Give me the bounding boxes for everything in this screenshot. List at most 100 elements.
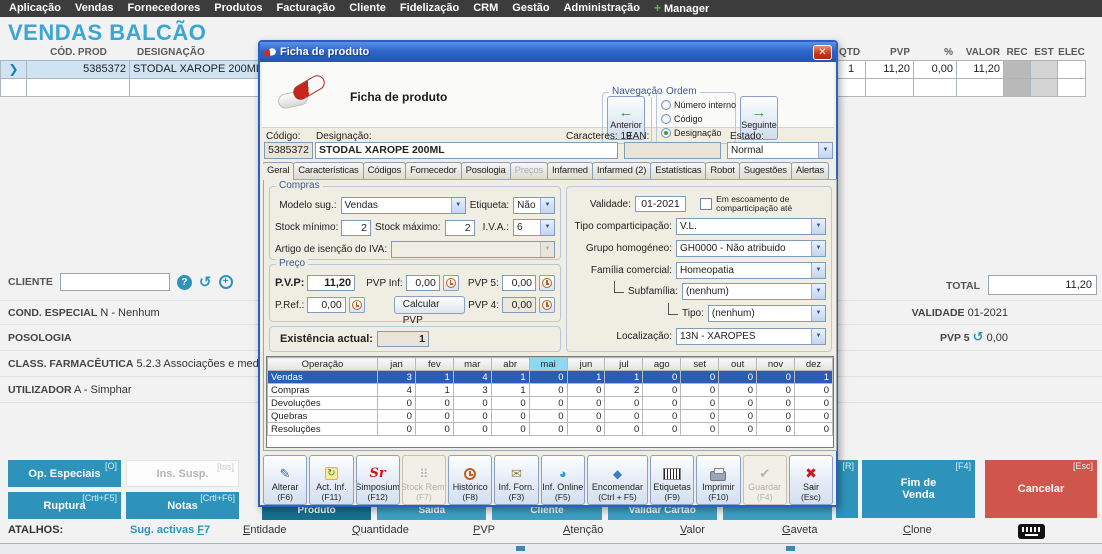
atalho-valor[interactable]: Valor — [680, 524, 705, 536]
ruptura-button[interactable]: [Crtl+F5] Ruptura — [8, 492, 121, 519]
close-icon[interactable]: ✕ — [813, 45, 832, 60]
ins-susp-button[interactable]: [Ins] Ins. Susp. — [126, 460, 239, 487]
pvp-inf-field[interactable]: 0,00 — [406, 275, 440, 291]
localizacao-dropdown[interactable]: 13N - XAROPES▼ — [676, 328, 826, 345]
dialog-titlebar[interactable]: Ficha de produto ✕ — [260, 42, 836, 62]
menu-item-administracao[interactable]: Administração — [557, 0, 647, 17]
familia-comercial-dropdown[interactable]: Homeopatia▼ — [676, 262, 826, 279]
inf-forn-button[interactable]: ✉Inf. Forn.(F3) — [494, 455, 538, 505]
tipo-dropdown[interactable]: (nenhum)▼ — [708, 305, 826, 322]
subfamilia-dropdown[interactable]: (nenhum)▼ — [682, 283, 826, 300]
atalho-gaveta[interactable]: Gaveta — [782, 524, 817, 536]
codigo-field[interactable]: 5385372 — [264, 142, 313, 159]
pref-field[interactable]: 0,00 — [307, 297, 345, 313]
cell-est[interactable] — [1030, 60, 1058, 79]
tab-infarmed[interactable]: Infarmed — [547, 162, 593, 179]
pvp5-clock-icon[interactable] — [539, 275, 555, 291]
empty-row-valor-cell[interactable] — [956, 78, 1004, 97]
menu-item-facturacao[interactable]: Facturação — [270, 0, 343, 17]
atalho-atencao[interactable]: Atenção — [563, 524, 603, 536]
stats-row-vendas[interactable]: Vendas314101100001 — [268, 371, 833, 384]
atalho-pvp[interactable]: PVP — [473, 524, 495, 536]
tab-estatisticas[interactable]: Estatísticas — [650, 162, 706, 179]
tab-robot[interactable]: Robot — [705, 162, 739, 179]
cell-cod-prod[interactable]: 5385372 — [26, 60, 130, 79]
radio-icon[interactable] — [661, 128, 671, 138]
stats-row-devolucoes[interactable]: Devoluções000000000000 — [268, 397, 833, 410]
validade-dlg-field[interactable]: 01-2021 — [635, 196, 686, 212]
designacao-field[interactable]: STODAL XAROPE 200ML — [315, 142, 618, 159]
notas-button[interactable]: [Crtl+F6] Notas — [126, 492, 239, 519]
etiqueta-dropdown[interactable]: Não▼ — [513, 197, 555, 214]
estado-dropdown[interactable]: Normal ▼ — [727, 142, 833, 159]
atalho-quantidade[interactable]: Quantidade — [352, 524, 409, 536]
pvp-inf-clock-icon[interactable] — [443, 275, 459, 291]
stats-row-quebras[interactable]: Quebras000000000000 — [268, 410, 833, 423]
modelo-sug-dropdown[interactable]: Vendas▼ — [341, 197, 466, 214]
empty-row-desc-cell[interactable] — [913, 78, 957, 97]
empty-row-qtd-cell[interactable] — [836, 78, 866, 97]
pvp-field[interactable]: 11,20 — [307, 275, 355, 291]
sair-button[interactable]: ✖Sair(Esc) — [789, 455, 833, 505]
cell-desc[interactable]: 0,00 — [913, 60, 957, 79]
ean-field[interactable] — [624, 142, 721, 159]
pvp5-history-icon[interactable]: ↺ — [973, 329, 984, 344]
alterar-button[interactable]: ✎Alterar(F6) — [263, 455, 307, 505]
tab-precos[interactable]: Preços — [510, 162, 548, 179]
fim-de-venda-button[interactable]: [F4] Fim de Venda — [862, 460, 975, 518]
menu-item-aplicacao[interactable]: Aplicação — [2, 0, 68, 17]
tab-posologia[interactable]: Posologia — [461, 162, 511, 179]
atalho-sug-activas[interactable]: Sug. activas F7 — [130, 524, 210, 536]
chevron-down-icon[interactable]: ▼ — [811, 219, 825, 234]
inf-online-button[interactable]: ◕Inf. Online(F5) — [541, 455, 585, 505]
stats-row-resolucoes[interactable]: Resoluções000000000000 — [268, 423, 833, 436]
encomendar-button[interactable]: ◆Encomendar(Ctrl + F5) — [587, 455, 648, 505]
tab-sugestoes[interactable]: Sugestões — [739, 162, 792, 179]
ordem-option-numero-interno[interactable]: Número interno — [661, 98, 735, 111]
cell-valor[interactable]: 11,20 — [956, 60, 1004, 79]
chevron-down-icon[interactable]: ▼ — [451, 198, 465, 213]
chevron-down-icon[interactable]: ▼ — [811, 263, 825, 278]
tipo-comp-dropdown[interactable]: V.L.▼ — [676, 218, 826, 235]
pvp5-dlg-field[interactable]: 0,00 — [502, 275, 536, 291]
act-inf-button[interactable]: ↻Act. Inf.(F11) — [309, 455, 353, 505]
empty-row-pvp-cell[interactable] — [865, 78, 914, 97]
tab-fornecedor[interactable]: Fornecedor — [405, 162, 462, 179]
cancelar-button[interactable]: [Esc] Cancelar — [985, 460, 1097, 518]
imprimir-button[interactable]: Imprimir(F10) — [696, 455, 740, 505]
tab-geral[interactable]: Geral — [263, 162, 294, 180]
receituario-button-fragment[interactable]: [R] — [836, 460, 858, 518]
historico-button[interactable]: Histórico(F8) — [448, 455, 492, 505]
ordem-option-codigo[interactable]: Código — [661, 112, 735, 125]
empty-row-cod-cell[interactable] — [26, 78, 130, 97]
empty-row-elec-cell[interactable] — [1057, 78, 1086, 97]
total-field[interactable]: 11,20 — [988, 275, 1097, 295]
radio-icon[interactable] — [661, 100, 671, 110]
escoamento-checkbox[interactable] — [700, 198, 712, 210]
history-icon[interactable]: ↺ — [199, 275, 212, 290]
pvp4-clock-icon[interactable] — [539, 297, 555, 313]
menu-item-cliente[interactable]: Cliente — [342, 0, 393, 17]
op-especiais-button[interactable]: [O] Op. Especiais — [8, 460, 121, 487]
add-cliente-icon[interactable]: + — [219, 275, 233, 289]
cell-qtd[interactable]: 1 — [836, 60, 866, 79]
menu-item-vendas[interactable]: Vendas — [68, 0, 121, 17]
atalho-entidade[interactable]: Entidade — [243, 524, 286, 536]
radio-icon[interactable] — [661, 114, 671, 124]
ordem-option-designacao[interactable]: Designação — [661, 126, 735, 139]
chevron-down-icon[interactable]: ▼ — [540, 220, 554, 235]
menu-item-gestao[interactable]: Gestão — [505, 0, 556, 17]
empty-row-arrow-cell[interactable] — [0, 78, 27, 97]
menu-item-crm[interactable]: CRM — [466, 0, 505, 17]
stock-minimo-field[interactable]: 2 — [341, 220, 371, 236]
menu-item-fidelizacao[interactable]: Fidelização — [393, 0, 466, 17]
menu-item-produtos[interactable]: Produtos — [207, 0, 269, 17]
empty-row-rec-cell[interactable] — [1003, 78, 1031, 97]
cell-rec[interactable] — [1003, 60, 1031, 79]
etiquetas-button[interactable]: Etiquetas(F9) — [650, 455, 694, 505]
atalho-clone[interactable]: Clone — [903, 524, 932, 536]
tab-alertas[interactable]: Alertas — [791, 162, 829, 179]
menu-item-fornecedores[interactable]: Fornecedores — [121, 0, 208, 17]
chevron-down-icon[interactable]: ▼ — [818, 143, 832, 158]
tab-caracteristicas[interactable]: Características — [293, 162, 363, 179]
